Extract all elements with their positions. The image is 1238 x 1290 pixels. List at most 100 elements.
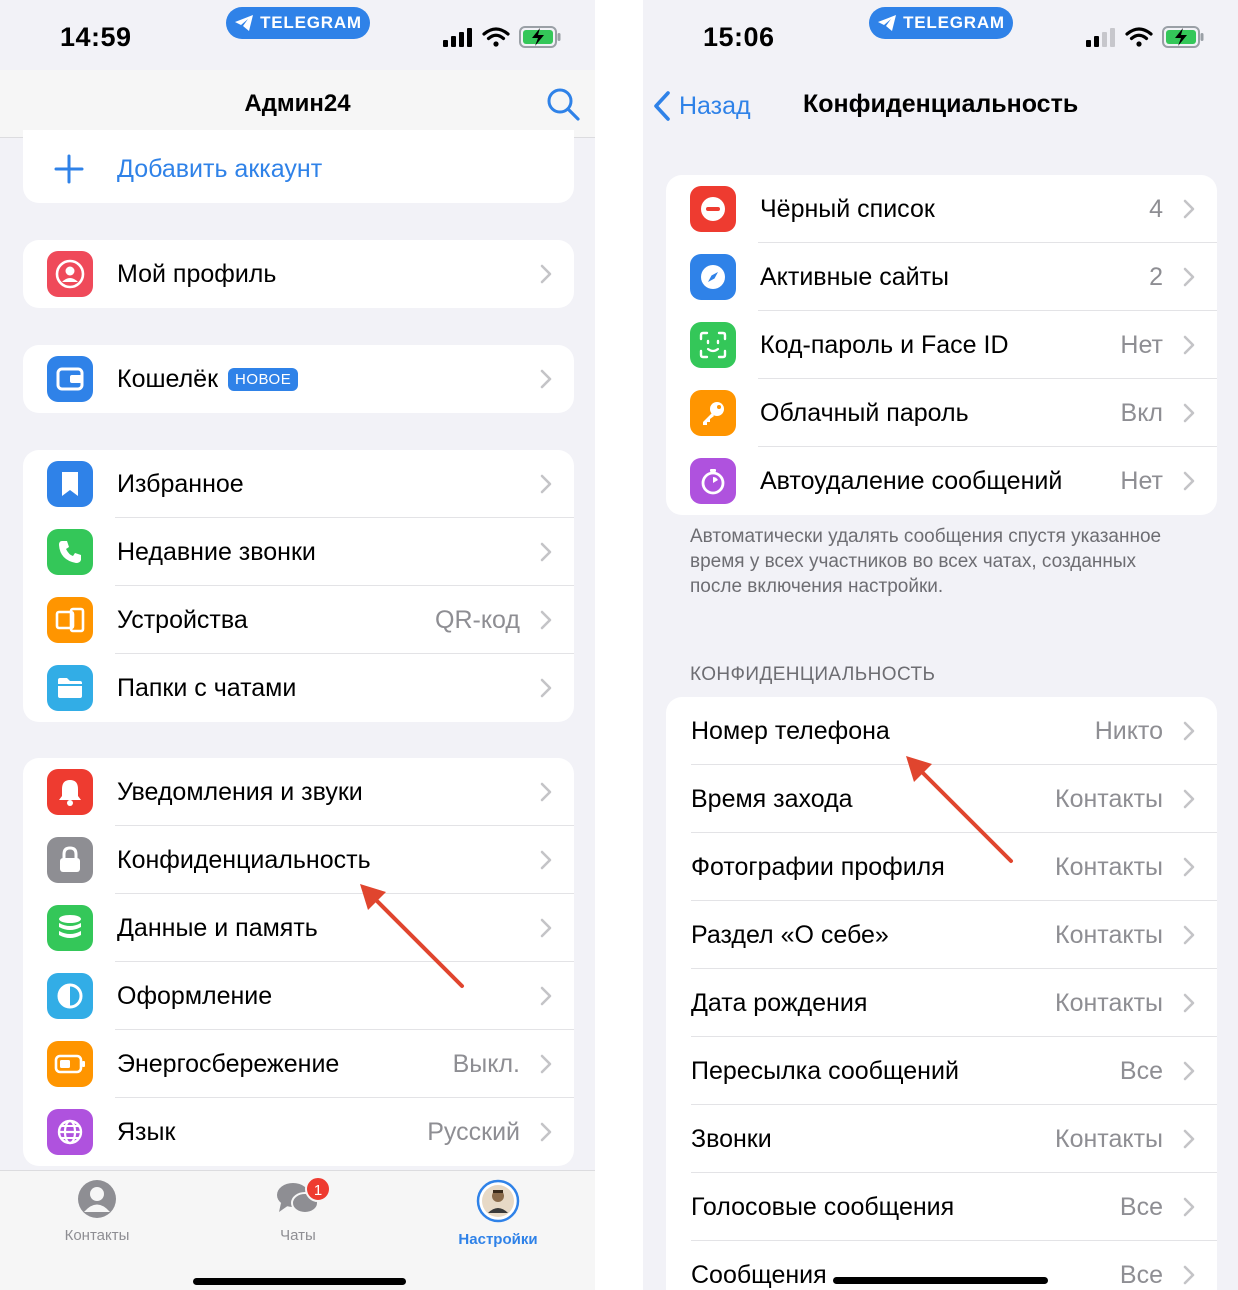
menu-item-devices[interactable]: Устройства QR-код	[23, 586, 574, 654]
menu-item-appearance[interactable]: Оформление	[23, 962, 574, 1030]
menu-item-recent-calls[interactable]: Недавние звонки	[23, 518, 574, 586]
menu-item-chat-folders[interactable]: Папки с чатами	[23, 654, 574, 722]
menu-item-calls[interactable]: Звонки Контакты	[666, 1105, 1217, 1173]
menu-item-last-seen[interactable]: Время захода Контакты	[666, 765, 1217, 833]
status-bar: 15:06 TELEGRAM	[643, 0, 1238, 70]
menu-item-label: Недавние звонки	[117, 538, 316, 566]
bell-icon	[47, 769, 93, 815]
wifi-icon	[482, 27, 510, 47]
chevron-right-icon	[540, 782, 552, 802]
privacy-group: Номер телефона Никто Время захода Контак…	[666, 697, 1217, 1290]
menu-item-label: Уведомления и звуки	[117, 778, 363, 806]
menu-item-label: Мой профиль	[117, 260, 277, 288]
chevron-right-icon	[540, 542, 552, 562]
signal-icon	[443, 28, 472, 47]
menu-item-value: Контакты	[1055, 853, 1163, 881]
menu-item-power-saving[interactable]: Энергосбережение Выкл.	[23, 1030, 574, 1098]
menu-item-profile-photos[interactable]: Фотографии профиля Контакты	[666, 833, 1217, 901]
battery-charging-icon	[1162, 26, 1204, 48]
wifi-icon	[1125, 27, 1153, 47]
menu-item-value: Выкл.	[452, 1050, 520, 1078]
telegram-pill-label: TELEGRAM	[903, 13, 1005, 32]
telegram-pill[interactable]: TELEGRAM	[869, 7, 1013, 39]
menu-group-2: Уведомления и звуки Конфиденциальность Д…	[23, 758, 574, 1166]
menu-item-forwarded-messages[interactable]: Пересылка сообщений Все	[666, 1037, 1217, 1105]
menu-item-phone-number[interactable]: Номер телефона Никто	[666, 697, 1217, 765]
tab-label: Чаты	[280, 1227, 316, 1244]
menu-item-label: Автоудаление сообщений	[760, 467, 1063, 495]
menu-item-value: Контакты	[1055, 989, 1163, 1017]
status-icons	[443, 26, 561, 48]
avatar-icon	[476, 1179, 520, 1223]
menu-item-label: Облачный пароль	[760, 399, 969, 427]
menu-item-passcode-face-id[interactable]: Код-пароль и Face ID Нет	[666, 311, 1217, 379]
chevron-right-icon	[540, 369, 552, 389]
devices-icon	[47, 597, 93, 643]
chevron-right-icon	[1183, 199, 1195, 219]
menu-item-value: Контакты	[1055, 921, 1163, 949]
menu-item-favorites[interactable]: Избранное	[23, 450, 574, 518]
chevron-right-icon	[540, 918, 552, 938]
chevron-right-icon	[540, 678, 552, 698]
timer-icon	[690, 458, 736, 504]
chevron-right-icon	[540, 1054, 552, 1074]
profile-card: Мой профиль	[23, 240, 574, 308]
plus-icon	[54, 154, 84, 184]
menu-item-privacy[interactable]: Конфиденциальность	[23, 826, 574, 894]
chevron-right-icon	[1183, 1197, 1195, 1217]
chevron-right-icon	[1183, 1129, 1195, 1149]
menu-item-blocked-users[interactable]: Чёрный список 4	[666, 175, 1217, 243]
menu-item-label: Избранное	[117, 470, 244, 498]
chevron-right-icon	[540, 1122, 552, 1142]
menu-item-auto-delete[interactable]: Автоудаление сообщений Нет	[666, 447, 1217, 515]
menu-item-notifications[interactable]: Уведомления и звуки	[23, 758, 574, 826]
menu-item-my-profile[interactable]: Мой профиль	[23, 240, 574, 308]
tab-label: Контакты	[64, 1227, 130, 1244]
menu-item-value: Вкл	[1120, 399, 1163, 427]
tab-chats[interactable]: 1 Чаты	[233, 1176, 363, 1244]
menu-item-language[interactable]: Язык Русский	[23, 1098, 574, 1166]
menu-item-value: Никто	[1094, 717, 1163, 745]
menu-item-birthday[interactable]: Дата рождения Контакты	[666, 969, 1217, 1037]
folder-icon	[47, 665, 93, 711]
menu-item-voice-messages[interactable]: Голосовые сообщения Все	[666, 1173, 1217, 1241]
security-group: Чёрный список 4 Активные сайты 2 Код-пар…	[666, 175, 1217, 515]
database-icon	[47, 905, 93, 951]
chevron-right-icon	[1183, 993, 1195, 1013]
telegram-pill[interactable]: TELEGRAM	[226, 7, 370, 39]
search-button[interactable]	[545, 86, 581, 127]
menu-item-bio[interactable]: Раздел «О себе» Контакты	[666, 901, 1217, 969]
menu-item-value: QR-код	[435, 606, 520, 634]
menu-item-value: Нет	[1120, 467, 1163, 495]
telegram-plane-icon	[235, 15, 254, 31]
person-circle-icon	[78, 1180, 116, 1218]
signal-icon	[1086, 28, 1115, 47]
tab-settings[interactable]: Настройки	[433, 1179, 563, 1248]
compass-icon	[690, 254, 736, 300]
home-indicator	[193, 1278, 406, 1285]
chevron-right-icon	[1183, 789, 1195, 809]
unread-badge: 1	[305, 1176, 331, 1202]
menu-item-label: Устройства	[117, 606, 248, 634]
blocked-icon	[690, 186, 736, 232]
menu-item-value: Контакты	[1055, 785, 1163, 813]
battery-icon	[47, 1041, 93, 1087]
telegram-plane-icon	[878, 15, 897, 31]
status-icons	[1086, 26, 1204, 48]
wallet-label: Кошелёк	[117, 365, 219, 393]
menu-item-active-websites[interactable]: Активные сайты 2	[666, 243, 1217, 311]
back-label: Назад	[679, 91, 751, 120]
chevron-right-icon	[540, 850, 552, 870]
menu-item-wallet[interactable]: Кошелёк НОВОЕ	[23, 345, 574, 413]
menu-item-cloud-password[interactable]: Облачный пароль Вкл	[666, 379, 1217, 447]
menu-item-label: Номер телефона	[691, 717, 890, 745]
add-account-button[interactable]: Добавить аккаунт	[23, 130, 574, 203]
add-account-card: Добавить аккаунт	[23, 130, 574, 203]
nav-bar: Назад Конфиденциальность	[643, 70, 1238, 140]
back-button[interactable]: Назад	[653, 90, 751, 122]
menu-item-data-storage[interactable]: Данные и память	[23, 894, 574, 962]
status-time: 14:59	[60, 22, 132, 52]
chevron-right-icon	[1183, 267, 1195, 287]
tab-contacts[interactable]: Контакты	[32, 1179, 162, 1244]
menu-item-label: Сообщения	[691, 1261, 827, 1289]
